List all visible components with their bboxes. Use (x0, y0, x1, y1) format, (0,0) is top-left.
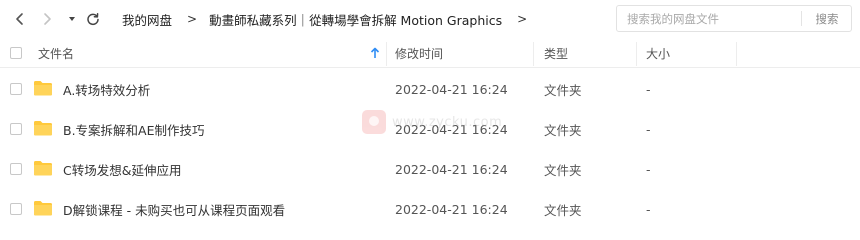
row-checkbox[interactable] (10, 83, 22, 95)
folder-icon (34, 201, 52, 216)
file-name[interactable]: B.专案拆解和AE制作技巧 (63, 109, 205, 149)
file-modified: 2022-04-21 16:24 (395, 121, 508, 137)
chevron-right-icon (44, 13, 51, 25)
column-divider[interactable] (533, 42, 534, 66)
row-checkbox[interactable] (10, 203, 22, 215)
history-dropdown-button[interactable] (62, 9, 82, 29)
file-list-header: 文件名 修改时间 类型 大小 (0, 39, 860, 68)
folder-icon (34, 121, 52, 136)
breadcrumb-separator: > (187, 12, 198, 26)
folder-icon (34, 81, 52, 96)
file-row[interactable]: A.转场特效分析 2022-04-21 16:24 文件夹 - (0, 69, 860, 109)
column-header-name[interactable]: 文件名 (38, 39, 74, 68)
chevron-left-icon (16, 13, 23, 25)
file-type: 文件夹 (544, 82, 582, 98)
file-name[interactable]: A.转场特效分析 (63, 69, 150, 109)
forward-button[interactable] (37, 9, 57, 29)
file-modified: 2022-04-21 16:24 (395, 161, 508, 177)
breadcrumb: 我的网盘 > 動畫師私藏系列｜從轉場學會拆解 Motion Graphics > (122, 10, 539, 28)
file-type: 文件夹 (544, 122, 582, 138)
file-name[interactable]: C转场发想&延伸应用 (63, 149, 181, 189)
back-button[interactable] (10, 9, 30, 29)
file-size: - (646, 201, 651, 217)
toolbar: 我的网盘 > 動畫師私藏系列｜從轉場學會拆解 Motion Graphics >… (0, 0, 860, 38)
refresh-icon (87, 13, 99, 26)
breadcrumb-item-current-folder[interactable]: 動畫師私藏系列｜從轉場學會拆解 Motion Graphics (209, 10, 502, 29)
breadcrumb-item-my-drive[interactable]: 我的网盘 (122, 10, 172, 29)
refresh-button[interactable] (83, 9, 103, 29)
file-name[interactable]: D解锁课程 - 未购买也可从课程页面观看 (63, 189, 285, 229)
file-row[interactable]: D解锁课程 - 未购买也可从课程页面观看 2022-04-21 16:24 文件… (0, 189, 860, 229)
file-size: - (646, 81, 651, 97)
file-type: 文件夹 (544, 202, 582, 218)
select-all-checkbox[interactable] (10, 47, 22, 59)
column-divider[interactable] (736, 42, 737, 66)
column-divider[interactable] (636, 42, 637, 66)
file-size: - (646, 161, 651, 177)
search-button[interactable]: 搜索 (803, 6, 851, 31)
caret-down-icon (69, 17, 75, 21)
search-input[interactable] (617, 6, 797, 31)
sort-ascending-icon[interactable] (370, 47, 380, 59)
file-modified: 2022-04-21 16:24 (395, 81, 508, 97)
file-modified: 2022-04-21 16:24 (395, 201, 508, 217)
file-row[interactable]: B.专案拆解和AE制作技巧 2022-04-21 16:24 文件夹 - (0, 109, 860, 149)
column-header-type[interactable]: 类型 (544, 39, 568, 68)
folder-icon (34, 161, 52, 176)
row-checkbox[interactable] (10, 123, 22, 135)
file-row[interactable]: C转场发想&延伸应用 2022-04-21 16:24 文件夹 - (0, 149, 860, 189)
breadcrumb-separator: > (517, 12, 528, 26)
search-divider (801, 11, 802, 26)
file-type: 文件夹 (544, 162, 582, 178)
search-box: 搜索 (616, 5, 852, 32)
row-checkbox[interactable] (10, 163, 22, 175)
column-divider[interactable] (386, 42, 387, 66)
column-header-size[interactable]: 大小 (646, 39, 670, 68)
file-size: - (646, 121, 651, 137)
column-header-modified[interactable]: 修改时间 (395, 39, 443, 68)
